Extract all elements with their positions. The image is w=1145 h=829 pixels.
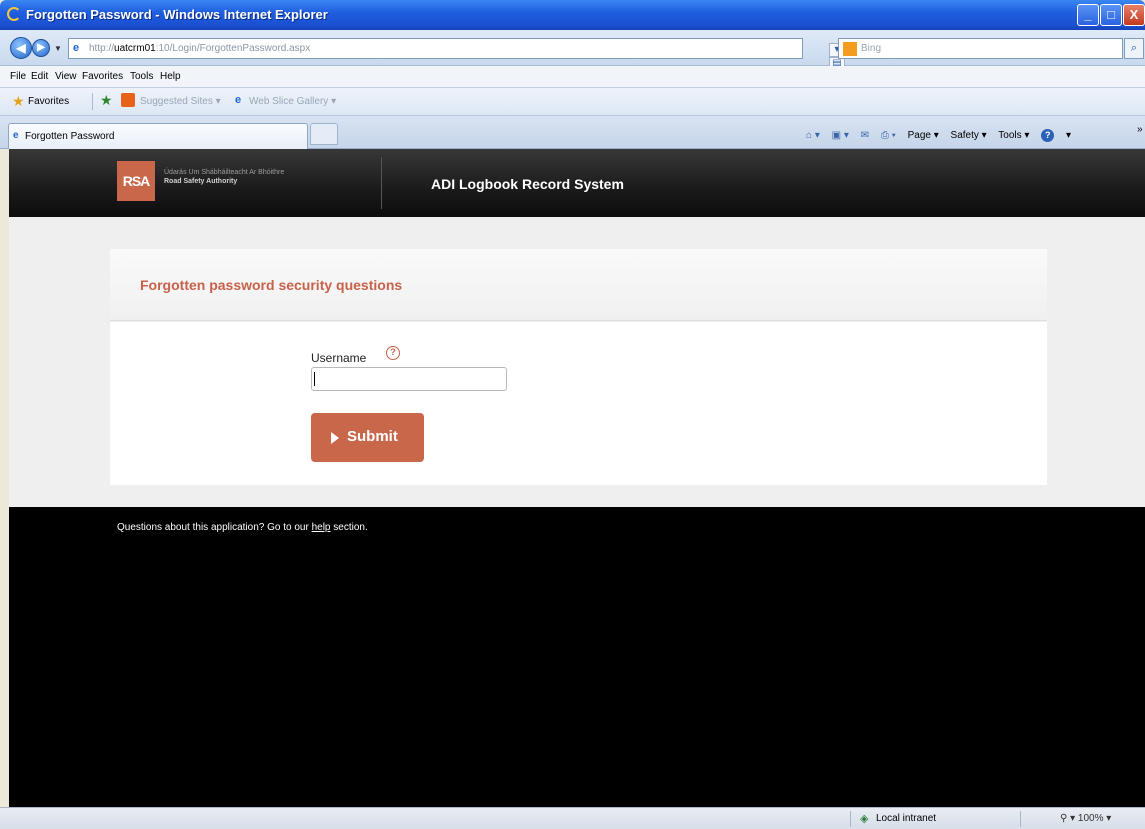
ie-page-icon: e xyxy=(73,42,80,54)
address-url: http://uatcrm01:10/Login/ForgottenPasswo… xyxy=(89,43,311,54)
play-arrow-icon xyxy=(331,432,339,444)
forward-button[interactable]: ▶ xyxy=(32,39,50,57)
status-divider xyxy=(850,811,851,827)
print-icon[interactable]: ⎙ ▾ xyxy=(881,130,896,141)
intranet-zone-icon: ◈ xyxy=(860,813,869,825)
menu-file[interactable]: File xyxy=(10,71,26,82)
tab-page-icon: e xyxy=(13,130,19,141)
page-content: RSA Údarás Um Shábháilteacht Ar Bhóithre… xyxy=(9,149,1145,807)
footer-help-text: Questions about this application? Go to … xyxy=(117,522,368,533)
zoom-level[interactable]: ⚲ ▾ 100% ▾ xyxy=(1060,813,1111,824)
suggested-sites-icon xyxy=(121,93,135,107)
header-divider xyxy=(381,157,382,209)
tab-label: Forgotten Password xyxy=(25,131,115,142)
favorites-button[interactable]: Favorites xyxy=(28,96,69,107)
feeds-icon[interactable]: ▣ ▾ xyxy=(832,130,849,141)
username-input[interactable] xyxy=(311,367,507,391)
org-name-irish: Údarás Um Shábháilteacht Ar Bhóithre xyxy=(164,169,285,176)
search-placeholder: Bing xyxy=(861,43,882,54)
help-icon[interactable]: ? xyxy=(1041,129,1055,142)
rsa-logo: RSA xyxy=(117,161,155,201)
command-bar: ⌂ ▾ ▣ ▾ ✉ ⎙ ▾ Page ▾ Safety ▾ Tools ▾ ? … xyxy=(806,129,1072,142)
submit-label: Submit xyxy=(347,428,398,445)
question-icon[interactable]: ? xyxy=(386,346,400,360)
address-bar[interactable]: e http://uatcrm01:10/Login/ForgottenPass… xyxy=(68,38,845,99)
bing-icon xyxy=(843,42,857,56)
tab-row: e Forgotten Password ⌂ ▾ ▣ ▾ ✉ ⎙ ▾ Page … xyxy=(0,116,1145,149)
new-tab-button[interactable] xyxy=(310,123,338,145)
menu-help[interactable]: Help xyxy=(160,71,181,82)
page-menu[interactable]: Page ▾ xyxy=(908,130,939,141)
main-area: Forgotten password security questions Us… xyxy=(9,217,1145,507)
submit-button[interactable]: Submit xyxy=(311,413,424,462)
maximize-button[interactable]: □ xyxy=(1100,4,1122,26)
favorites-star-icon: ★ xyxy=(12,93,25,109)
menu-bar: File Edit View Favorites Tools Help xyxy=(0,66,1145,88)
system-title: ADI Logbook Record System xyxy=(431,176,624,192)
favorites-bar: ★ Favorites ★ Suggested Sites ▾ e Web Sl… xyxy=(0,88,1145,116)
text-caret xyxy=(314,372,315,386)
minimize-button[interactable]: _ xyxy=(1077,4,1099,26)
window-title: Forgotten Password - Windows Internet Ex… xyxy=(26,7,328,22)
org-name-english: Road Safety Authority xyxy=(164,178,238,185)
ie-logo-icon xyxy=(7,7,21,21)
close-button[interactable]: X xyxy=(1123,4,1145,26)
org-name: Údarás Um Shábháilteacht Ar Bhóithre Roa… xyxy=(164,169,284,185)
menu-edit[interactable]: Edit xyxy=(31,71,48,82)
help-link[interactable]: help xyxy=(312,522,331,533)
status-divider xyxy=(1020,811,1021,827)
suggested-sites-link[interactable]: Suggested Sites ▾ xyxy=(140,96,221,107)
address-toolbar: ◀ ▶ ▼ e http://uatcrm01:10/Login/Forgott… xyxy=(0,30,1145,99)
mail-icon[interactable]: ✉ xyxy=(861,130,869,141)
search-button[interactable]: ⌕ xyxy=(1124,38,1144,59)
page-title: Forgotten password security questions xyxy=(140,277,403,293)
username-label: Username xyxy=(311,351,367,365)
menu-tools[interactable]: Tools xyxy=(130,71,153,82)
status-bar: ◈ Local intranet ⚲ ▾ 100% ▾ xyxy=(0,807,1145,829)
safety-menu[interactable]: Safety ▾ xyxy=(951,130,987,141)
site-header: RSA Údarás Um Shábháilteacht Ar Bhóithre… xyxy=(9,149,1145,217)
web-slice-gallery-link[interactable]: Web Slice Gallery ▾ xyxy=(249,96,336,107)
add-favorite-icon[interactable]: ★ xyxy=(100,92,113,109)
tools-menu[interactable]: Tools ▾ xyxy=(998,130,1029,141)
back-button[interactable]: ◀ xyxy=(10,37,32,59)
search-box[interactable]: Bing xyxy=(838,38,1123,59)
favorites-divider xyxy=(92,93,93,110)
more-commands-chevron-icon[interactable]: » xyxy=(1137,124,1143,135)
panel-header: Forgotten password security questions xyxy=(110,249,1047,321)
form-panel: Username ? Submit xyxy=(110,322,1047,485)
recent-pages-dropdown[interactable]: ▼ xyxy=(54,44,62,53)
browser-window: Forgotten Password - Windows Internet Ex… xyxy=(0,0,1145,829)
home-icon[interactable]: ⌂ ▾ xyxy=(806,130,820,141)
menu-favorites[interactable]: Favorites xyxy=(82,71,123,82)
title-bar: Forgotten Password - Windows Internet Ex… xyxy=(0,0,1145,30)
tab-forgotten-password[interactable]: e Forgotten Password xyxy=(8,123,308,149)
security-zone: Local intranet xyxy=(876,813,937,824)
web-slice-icon: e xyxy=(235,94,242,106)
menu-view[interactable]: View xyxy=(55,71,77,82)
